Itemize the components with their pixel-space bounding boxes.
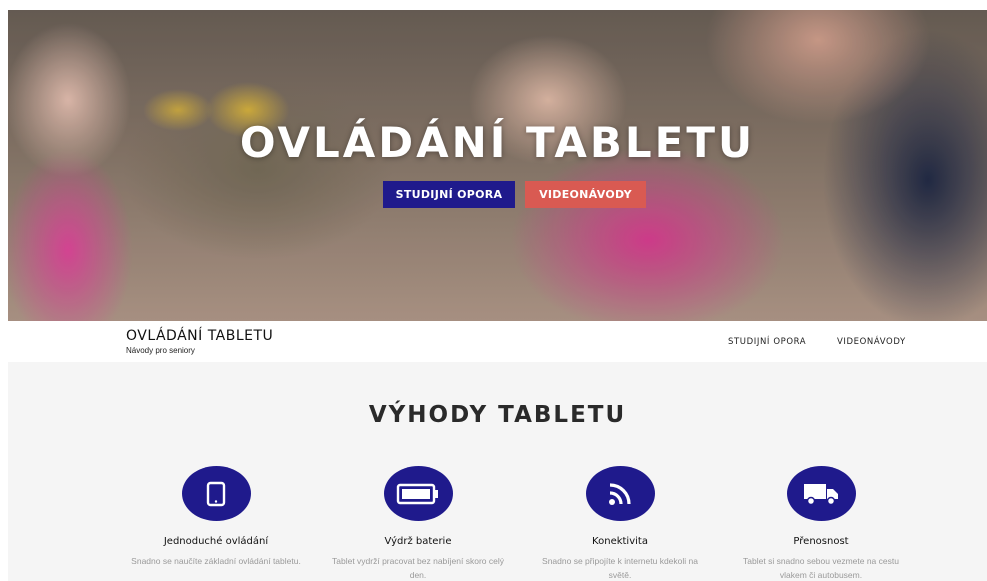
feature-description: Snadno se naučíte základní ovládání tabl…	[131, 556, 301, 566]
features-section: VÝHODY TABLETU Jednoduché ovládání Snadn…	[8, 362, 987, 581]
feature-description: Tablet vydrží pracovat bez nabíjení skor…	[332, 556, 504, 580]
feature-title: Konektivita	[592, 536, 648, 547]
feature-description: Snadno se připojíte k internetu kdekoli …	[542, 556, 698, 580]
video-guides-button[interactable]: VIDEONÁVODY	[525, 181, 646, 208]
study-guide-button[interactable]: STUDIJNÍ OPORA	[383, 181, 515, 208]
wifi-icon	[585, 466, 655, 521]
feature-item: Jednoduché ovládání Snadno se naučíte zá…	[126, 466, 306, 568]
section-title: VÝHODY TABLETU	[368, 402, 627, 428]
feature-item: Přenosnost Tablet si snadno sebou vezmet…	[731, 466, 911, 581]
feature-description: Tablet si snadno sebou vezmete na cestu …	[743, 556, 899, 580]
nav-link-study-guide[interactable]: STUDIJNÍ OPORA	[728, 337, 806, 347]
feature-title: Přenosnost	[793, 536, 849, 547]
nav-link-video-guides[interactable]: VIDEONÁVODY	[837, 337, 906, 347]
navbar: OVLÁDÁNÍ TABLETU Návody pro seniory STUD…	[8, 321, 987, 362]
truck-icon	[786, 466, 856, 521]
battery-icon	[383, 466, 453, 521]
hero-title: OVLÁDÁNÍ TABLETU	[239, 118, 756, 167]
feature-item: Konektivita Snadno se připojíte k intern…	[530, 466, 710, 581]
feature-title: Výdrž baterie	[384, 536, 452, 547]
brand-subtitle: Návody pro seniory	[126, 346, 195, 355]
feature-title: Jednoduché ovládání	[163, 536, 269, 547]
feature-item: Výdrž baterie Tablet vydrží pracovat bez…	[328, 466, 508, 581]
tablet-icon	[181, 466, 251, 521]
hero-banner: OVLÁDÁNÍ TABLETU STUDIJNÍ OPORA VIDEONÁV…	[8, 10, 987, 321]
brand-title[interactable]: OVLÁDÁNÍ TABLETU	[126, 328, 273, 344]
